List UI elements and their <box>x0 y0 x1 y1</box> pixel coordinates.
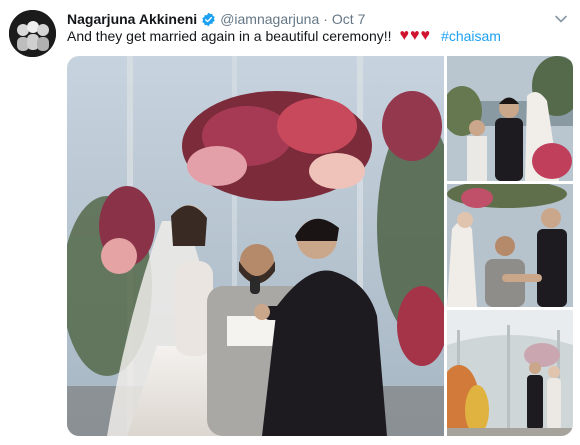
media-photo-side-2[interactable] <box>447 184 573 307</box>
tweet-text: And they get married again in a beautifu… <box>67 26 501 46</box>
media-grid <box>67 56 573 436</box>
media-photo-main[interactable] <box>67 56 444 436</box>
hashtag-link[interactable]: #chaisam <box>441 26 501 46</box>
media-photo-side-1[interactable] <box>447 56 573 181</box>
verified-badge-icon <box>201 12 216 27</box>
tweet-card[interactable]: Nagarjuna Akkineni @iamnagarjuna · Oct 7… <box>0 0 580 445</box>
tweet-body: And they get married again in a beautifu… <box>67 28 392 44</box>
author-name[interactable]: Nagarjuna Akkineni <box>67 11 197 27</box>
chevron-down-icon[interactable] <box>554 12 568 26</box>
author-avatar[interactable] <box>9 10 56 57</box>
heart-emoji-icon: ♥♥♥ <box>399 27 432 44</box>
separator-dot: · <box>323 11 328 27</box>
media-photo-side-3[interactable] <box>447 310 573 436</box>
author-handle[interactable]: @iamnagarjuna <box>220 11 319 27</box>
tweet-date[interactable]: Oct 7 <box>332 11 365 27</box>
